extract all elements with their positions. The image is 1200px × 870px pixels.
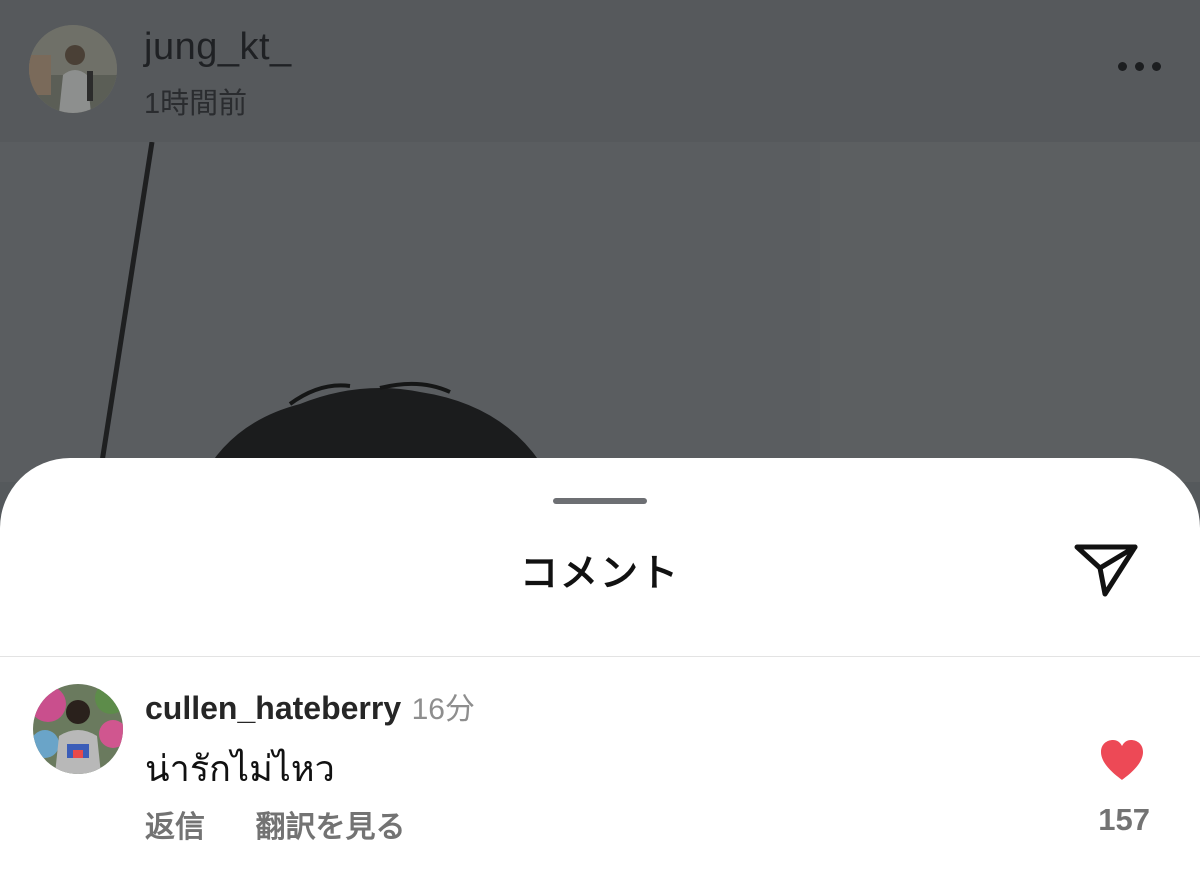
post-header: jung_kt_ 1時間前 bbox=[0, 0, 1200, 142]
commenter-avatar[interactable] bbox=[33, 684, 123, 774]
more-options-button[interactable] bbox=[1110, 56, 1161, 80]
see-translation-button[interactable]: 翻訳を見る bbox=[255, 811, 405, 844]
like-count: 157 bbox=[1098, 802, 1150, 837]
comment-meta: cullen_hateberry 16分 bbox=[145, 684, 475, 728]
sheet-title: コメント bbox=[519, 553, 680, 595]
post-timestamp: 1時間前 bbox=[144, 88, 248, 120]
author-avatar-image bbox=[29, 25, 117, 113]
reply-button[interactable]: 返信 bbox=[145, 811, 205, 844]
sheet-drag-handle[interactable] bbox=[553, 498, 647, 504]
more-horizontal-icon bbox=[1118, 62, 1127, 71]
commenter-username[interactable]: cullen_hateberry bbox=[145, 690, 401, 726]
comments-sheet: コメント cullen_hateberry 16分 น่ารักไม่ไหว 返… bbox=[0, 458, 1200, 870]
heart-filled-icon bbox=[1101, 740, 1143, 780]
comment-actions: 返信 翻訳を見る bbox=[145, 802, 405, 846]
commenter-avatar-image bbox=[33, 684, 123, 774]
paper-plane-icon bbox=[1074, 544, 1138, 597]
comment-text: น่ารักไม่ไหว bbox=[145, 748, 335, 789]
like-button[interactable] bbox=[1098, 738, 1146, 782]
author-username[interactable]: jung_kt_ bbox=[144, 26, 292, 69]
share-button[interactable] bbox=[1072, 538, 1140, 600]
post-photo bbox=[0, 142, 1200, 482]
comment-timestamp: 16分 bbox=[411, 693, 475, 726]
header-divider bbox=[0, 656, 1200, 657]
post-photo-image bbox=[0, 142, 1200, 482]
page: jung_kt_ 1時間前 コメント cullen_hateberry 16分 … bbox=[0, 0, 1200, 870]
author-avatar[interactable] bbox=[29, 25, 117, 113]
